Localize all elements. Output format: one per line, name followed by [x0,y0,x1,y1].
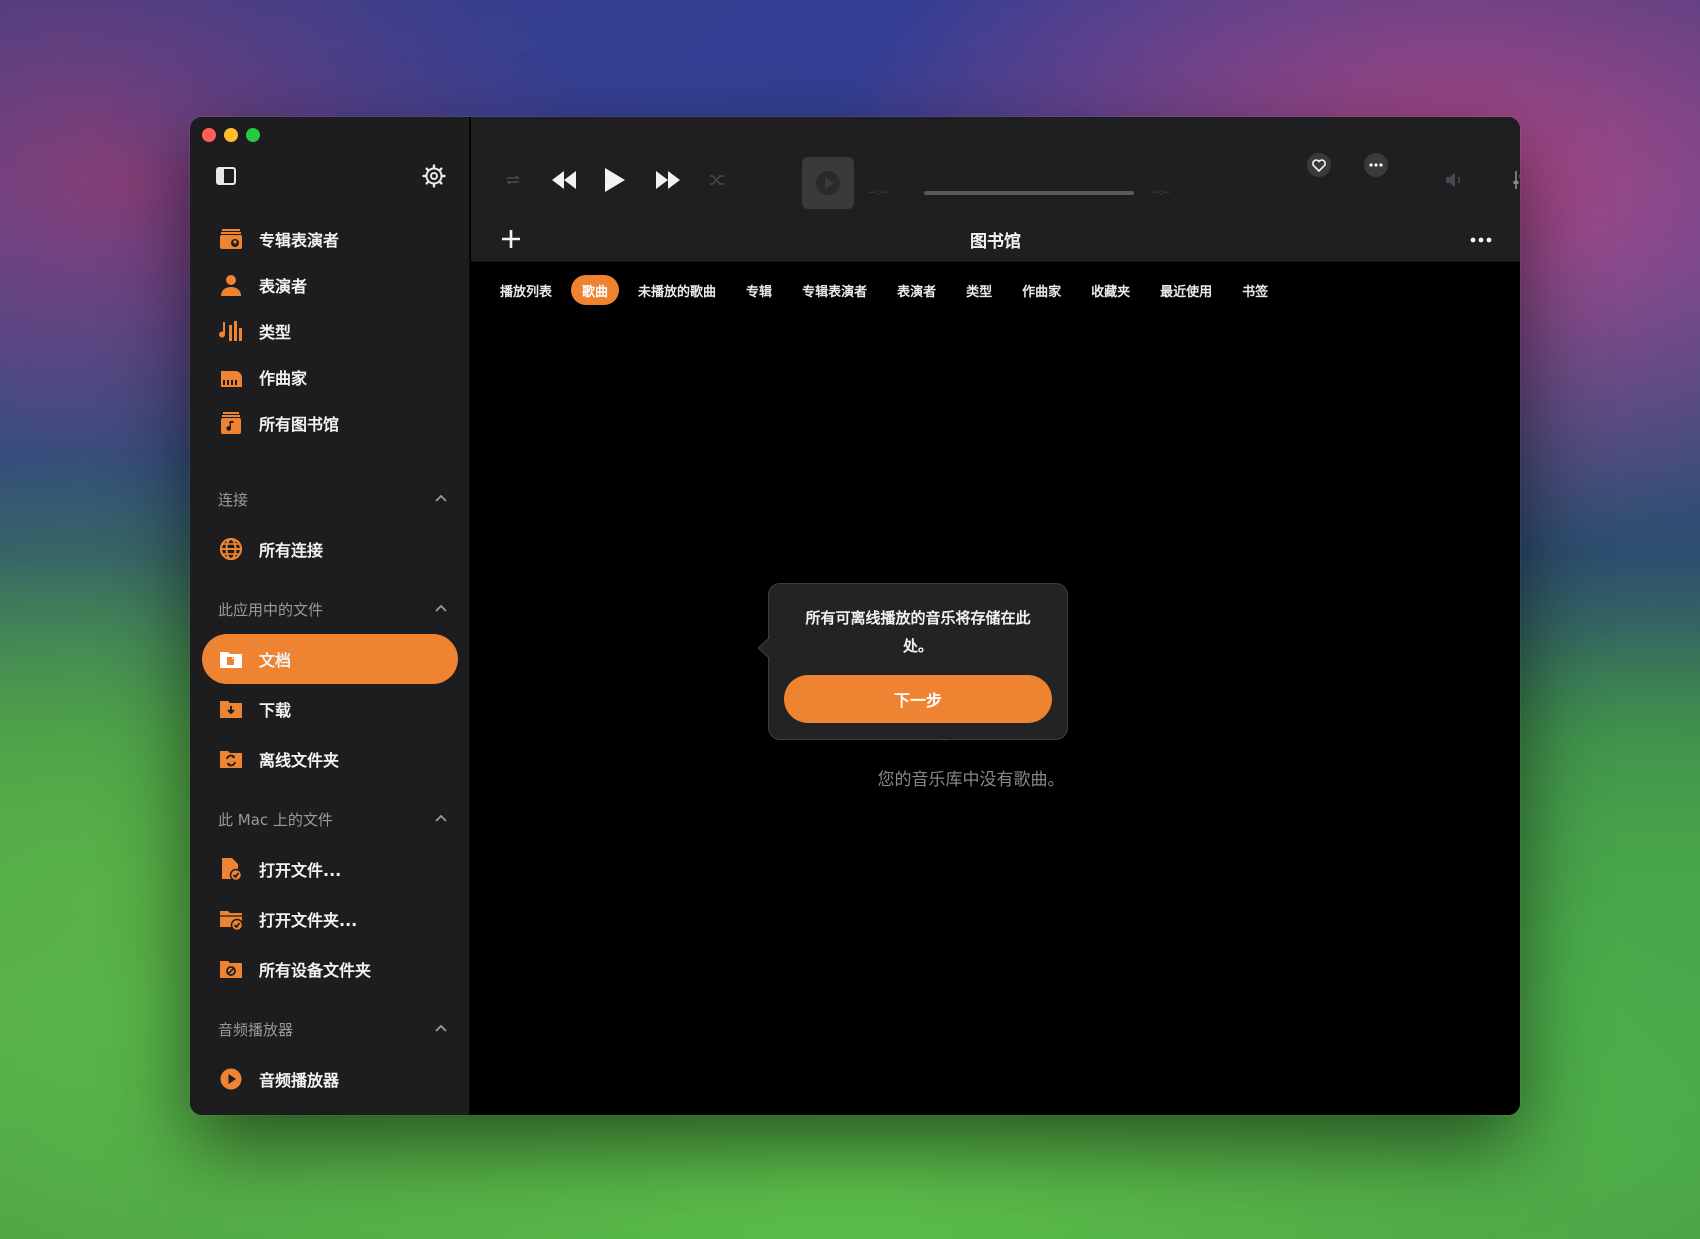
chevron-up-icon[interactable] [434,602,448,616]
section-title: 此应用中的文件 [218,600,324,619]
sidebar-item-label: 所有图书馆 [259,415,340,434]
tab-playlists[interactable]: 播放列表 [489,275,563,305]
shuffle-icon[interactable] [705,168,729,192]
audio-player-icon [218,1066,244,1092]
section-title: 音频播放器 [218,1020,294,1039]
downloads-folder-icon [218,696,244,722]
section-title: 连接 [218,490,249,509]
next-step-button[interactable]: 下一步 [784,675,1052,723]
remaining-time: --:-- [1152,187,1170,198]
sidebar-toggle-icon[interactable] [216,167,236,185]
library-header: 图书馆 [471,217,1520,263]
tab-composers[interactable]: 作曲家 [1011,275,1072,305]
playback-progress-bar[interactable] [924,191,1134,195]
tab-albums[interactable]: 专辑 [735,275,783,305]
equalizer-icon[interactable] [1510,168,1520,192]
sidebar-item-label: 表演者 [259,277,308,296]
tab-genres[interactable]: 类型 [955,275,1003,305]
volume-icon[interactable] [1442,168,1466,192]
heart-icon [1312,158,1326,172]
device-folders-icon [218,956,244,982]
sidebar-item-open-file[interactable]: 打开文件... [202,844,458,894]
sidebar-item-label: 所有设备文件夹 [259,961,372,980]
sidebar-item-documents[interactable]: 文档 [202,634,458,684]
sidebar-item-label: 打开文件... [259,861,342,880]
sidebar-item-label: 离线文件夹 [259,751,340,770]
sidebar-item-offline-folder[interactable]: 离线文件夹 [202,734,458,784]
section-header-files-in-app[interactable]: 此应用中的文件 [218,597,448,621]
open-file-icon [218,856,244,882]
sidebar-item-label: 文档 [259,651,292,670]
offline-folder-icon [218,746,244,772]
play-icon[interactable] [601,164,629,196]
close-window-button[interactable] [202,128,216,142]
sidebar-item-label: 专辑表演者 [259,231,340,250]
sidebar-item-label: 类型 [259,323,292,342]
sidebar-item-label: 作曲家 [259,369,308,388]
tab-unplayed-songs[interactable]: 未播放的歌曲 [627,275,727,305]
next-track-icon[interactable] [653,166,683,194]
chevron-up-icon[interactable] [434,812,448,826]
sidebar-item-device-folders[interactable]: 所有设备文件夹 [202,944,458,994]
now-playing-artwork[interactable] [802,157,854,209]
tab-album-artists[interactable]: 专辑表演者 [791,275,878,305]
main-content: --:-- --:-- 图书馆 播放列表 歌曲 未播放的歌曲 专辑 专辑表演者 … [471,117,1520,1115]
sidebar-item-all-connections[interactable]: 所有连接 [202,524,458,574]
sidebar-item-album-artists[interactable]: 专辑表演者 [202,214,458,264]
sidebar-item-downloads[interactable]: 下载 [202,684,458,734]
sidebar-item-label: 所有连接 [259,541,324,560]
globe-icon [218,536,244,562]
track-options-button[interactable] [1364,153,1388,177]
sidebar: 专辑表演者 表演者 类型 作曲家 所有图书馆 连接 所有连接 此应用中的文件 文… [190,117,470,1115]
favorite-button[interactable] [1307,153,1331,177]
section-header-files-on-mac[interactable]: 此 Mac 上的文件 [218,807,448,831]
artist-icon [218,272,244,298]
tab-favorites[interactable]: 收藏夹 [1080,275,1141,305]
composer-icon [218,364,244,390]
section-header-audio-player[interactable]: 音频播放器 [218,1017,448,1041]
sidebar-item-genres[interactable]: 类型 [202,306,458,356]
genre-icon [218,318,244,344]
empty-state-message: 您的音乐库中没有歌曲。 [877,770,1065,790]
section-title: 此 Mac 上的文件 [218,810,333,829]
sidebar-item-label: 音频播放器 [259,1071,340,1090]
sidebar-item-composers[interactable]: 作曲家 [202,352,458,402]
zoom-window-button[interactable] [246,128,260,142]
sidebar-item-audio-player[interactable]: 音频播放器 [202,1054,458,1104]
sidebar-item-label: 打开文件夹... [259,911,358,930]
tab-songs[interactable]: 歌曲 [571,275,620,305]
app-window: 专辑表演者 表演者 类型 作曲家 所有图书馆 连接 所有连接 此应用中的文件 文… [190,117,1520,1115]
documents-folder-icon [218,646,244,672]
tab-artists[interactable]: 表演者 [886,275,947,305]
popover-arrow [757,636,771,660]
player-toolbar: --:-- --:-- 图书馆 [471,117,1520,262]
sidebar-item-all-libraries[interactable]: 所有图书馆 [202,398,458,448]
chevron-up-icon[interactable] [434,492,448,506]
more-options-icon[interactable] [1470,229,1492,251]
all-libraries-icon [218,410,244,436]
section-header-connections[interactable]: 连接 [218,487,448,511]
album-artists-icon [218,226,244,252]
settings-gear-icon[interactable] [422,164,446,188]
chevron-up-icon[interactable] [434,1022,448,1036]
page-title: 图书馆 [970,232,1021,252]
sidebar-item-artists[interactable]: 表演者 [202,260,458,310]
sidebar-item-label: 下载 [259,701,292,720]
tab-recently-used[interactable]: 最近使用 [1149,275,1223,305]
elapsed-time: --:-- [869,187,887,198]
open-folder-icon [218,906,244,932]
window-controls [202,128,260,142]
repeat-icon[interactable] [501,168,525,192]
ellipsis-icon [1369,163,1383,167]
library-tabs: 播放列表 歌曲 未播放的歌曲 专辑 专辑表演者 表演者 类型 作曲家 收藏夹 最… [489,274,1287,306]
sidebar-item-open-folder[interactable]: 打开文件夹... [202,894,458,944]
previous-track-icon[interactable] [549,166,579,194]
tab-bookmarks[interactable]: 书签 [1231,275,1279,305]
minimize-window-button[interactable] [224,128,238,142]
popover-message: 所有可离线播放的音乐将存储在此处。 [805,609,1031,655]
onboarding-popover: 所有可离线播放的音乐将存储在此处。 下一步 [757,583,1068,740]
now-playing-play-icon [816,171,840,195]
